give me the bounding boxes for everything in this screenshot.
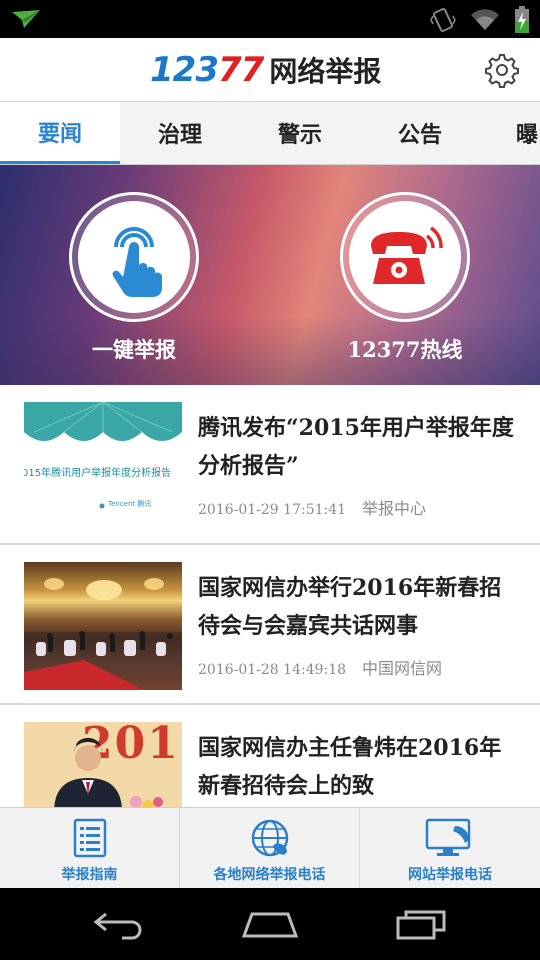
category-tabs: 要闻 治理 警示 公告 曝 [0,102,540,165]
report-button-ring [69,192,199,322]
news-source: 中国网信网 [362,659,443,678]
speaker-portrait-image [54,738,163,807]
thumb-caption: 015年腾讯用户举报年度分析报告 [24,468,172,479]
hotline-button[interactable]: 12377热线 [340,192,470,364]
tab-yaowen[interactable]: 要闻 [0,102,120,164]
news-meta: 2016-01-29 17:51:41 举报中心 [198,495,426,519]
tab-baoguang[interactable]: 曝 [480,102,540,164]
news-meta: 2016-01-28 14:49:18 中国网信网 [198,655,442,679]
tab-gonggao[interactable]: 公告 [360,102,480,164]
vibrate-icon [430,8,456,32]
tab-jingshi[interactable]: 警示 [240,102,360,164]
tap-hand-icon [112,227,162,297]
globe-phone-icon [251,819,288,857]
notification-plane-icon [12,10,40,28]
website-hotlines-button[interactable]: 网站举报电话 [360,808,540,888]
status-bar [0,0,540,38]
telephone-icon [371,226,443,284]
report-button-face [78,201,190,313]
recent-apps-icon[interactable] [394,908,450,940]
tab-zhili[interactable]: 治理 [120,102,240,164]
news-thumbnail: 2016 [24,722,182,807]
home-icon[interactable] [240,908,300,940]
report-guide-label: 举报指南 [61,867,118,883]
app-header: 12377 网络举报 [0,38,540,102]
news-thumbnail [24,562,182,690]
report-guide-button[interactable]: 举报指南 [0,808,180,888]
news-item[interactable]: 015年腾讯用户举报年度分析报告 Tencent 腾讯 腾讯发布“2015年用户… [0,385,540,545]
document-list-icon [73,818,106,858]
logo-number-accent: 77 [217,50,264,90]
news-title: 腾讯发布“2015年用户举报年度分析报告” [198,415,514,479]
quick-action-banner: 一键举报 12377热线 [0,165,540,385]
back-icon[interactable] [92,908,148,940]
logo-text: 网络举报 [269,55,382,88]
app-logo: 12377 网络举报 [150,48,381,92]
news-item[interactable]: 国家网信办举行2016年新春招待会与会嘉宾共话网事 2016-01-28 14:… [0,545,540,705]
one-click-report-button[interactable]: 一键举报 [69,192,199,364]
news-title: 国家网信办举行2016年新春招待会与会嘉宾共话网事 [198,575,502,639]
news-list: 015年腾讯用户举报年度分析报告 Tencent 腾讯 腾讯发布“2015年用户… [0,385,540,807]
hotline-button-ring [340,192,470,322]
bottom-navigation: 举报指南 各地网络举报电话 网站举报电话 [0,807,540,888]
reception-hall-image [24,578,182,690]
report-button-label: 一键举报 [92,337,176,362]
news-date: 2016-01-28 14:49:18 [198,662,347,678]
hotline-button-label: 12377热线 [347,337,463,362]
news-title: 国家网信办主任鲁炜在2016年新春招待会上的致 [198,735,502,799]
regional-hotlines-label: 各地网络举报电话 [213,867,326,883]
website-hotlines-label: 网站举报电话 [408,867,492,883]
news-date: 2016-01-29 17:51:41 [198,502,347,518]
wifi-icon [471,9,499,31]
system-navigation-bar [0,888,540,960]
monitor-phone-icon [425,818,471,856]
logo-number: 12377 [150,50,264,90]
regional-hotlines-button[interactable]: 各地网络举报电话 [180,808,360,888]
news-item[interactable]: 2016 国家网信办主任鲁炜在2016年新春招待会上的致 [0,705,540,807]
news-thumbnail: 015年腾讯用户举报年度分析报告 Tencent 腾讯 [24,402,182,530]
thumb-brand: Tencent 腾讯 [108,500,152,508]
battery-charging-icon [515,6,529,33]
news-source: 举报中心 [362,499,427,518]
settings-gear-icon[interactable] [484,52,520,88]
hotline-button-face [349,201,461,313]
